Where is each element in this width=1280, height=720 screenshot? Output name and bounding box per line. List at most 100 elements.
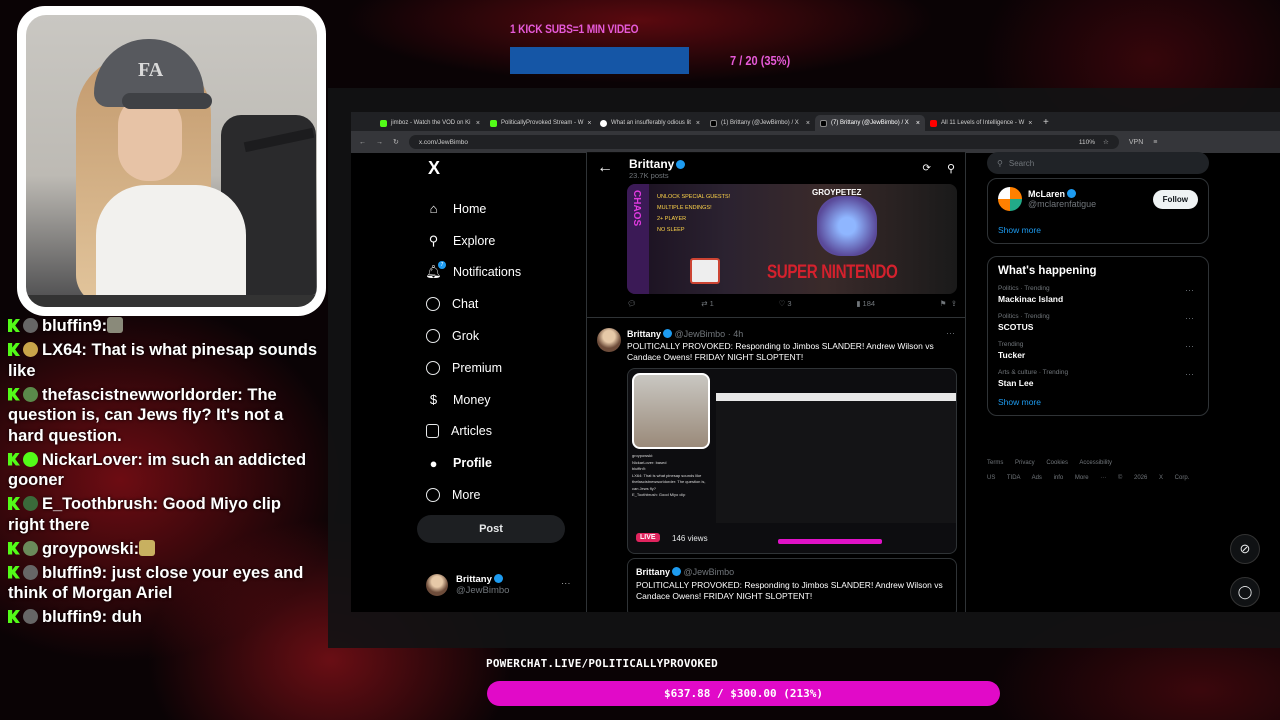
footer-link-row[interactable]: US TIDA Ads info More ··· © 2026 X Corp. bbox=[987, 471, 1209, 486]
new-tab-icon[interactable]: + bbox=[1043, 117, 1049, 131]
badge-icon bbox=[23, 451, 38, 467]
browser-tab-active[interactable]: (7) Brittany (@JewBimbo) / X × bbox=[815, 115, 925, 131]
stream-chat: bluffin9: LX64: That is what pinesap sou… bbox=[8, 316, 318, 631]
tweet-actions: 💬︎ ⇄ 1 ♡ 3 ▮ 184 ⚑ ⇪ bbox=[627, 299, 957, 308]
trend-item[interactable]: Politics · Trending SCOTUS ··· bbox=[998, 313, 1198, 332]
ellipsis-icon[interactable]: ··· bbox=[561, 578, 571, 589]
grok-fab-icon[interactable]: ⊘ bbox=[1230, 534, 1260, 564]
tweet-media-image[interactable]: CHAOS UNLOCK SPECIAL GUESTS! MULTIPLE END… bbox=[627, 184, 957, 294]
kick-icon bbox=[8, 343, 20, 356]
browser-tab[interactable]: (1) Brittany (@JewBimbo) / X × bbox=[705, 115, 815, 131]
retweet-button[interactable]: ⇄ 1 bbox=[701, 299, 714, 308]
close-icon[interactable]: × bbox=[696, 120, 700, 127]
nav-more[interactable]: More bbox=[426, 479, 586, 511]
browser-window: jimboz - Watch the VOD on Ki × Politicall… bbox=[351, 112, 1280, 612]
chat-message: bluffin9: bbox=[8, 316, 318, 337]
favicon-icon bbox=[600, 119, 607, 127]
browser-tab[interactable]: PoliticallyProvoked Stream - W × bbox=[485, 115, 595, 131]
nav-notifications[interactable]: 🔔︎ 7 Notifications bbox=[425, 257, 586, 289]
kick-favicon-icon bbox=[380, 119, 387, 127]
vpn-badge[interactable]: VPN bbox=[1129, 139, 1143, 146]
ellipsis-icon[interactable]: ··· bbox=[1185, 313, 1194, 323]
notification-badge: 7 bbox=[438, 260, 446, 269]
video-thumbnail-screen bbox=[716, 393, 956, 523]
chat-message: NickarLover: im such an addicted gooner bbox=[8, 450, 307, 489]
close-icon[interactable]: × bbox=[476, 120, 480, 127]
back-icon[interactable]: ← bbox=[359, 139, 366, 146]
avatar[interactable] bbox=[597, 328, 621, 352]
browser-tab[interactable]: jimboz - Watch the VOD on Ki × bbox=[375, 115, 485, 131]
trend-item[interactable]: Arts & culture · Trending Stan Lee ··· bbox=[998, 369, 1198, 388]
show-more-link[interactable]: Show more bbox=[998, 225, 1198, 235]
like-button[interactable]: ♡ 3 bbox=[779, 299, 792, 308]
bell-icon: 🔔︎ 7 bbox=[425, 260, 446, 280]
reload-icon[interactable]: ↻ bbox=[393, 138, 399, 146]
search-icon[interactable]: ⚲ bbox=[947, 162, 955, 175]
search-input[interactable]: ⚲ Search bbox=[987, 152, 1209, 174]
ellipsis-icon[interactable]: ··· bbox=[1185, 285, 1194, 295]
chat-message: bluffin9: duh bbox=[8, 607, 318, 628]
grok-icon bbox=[426, 329, 440, 344]
articles-icon bbox=[426, 424, 439, 439]
menu-icon[interactable]: ≡ bbox=[1153, 139, 1157, 146]
bookmark-icon[interactable]: ⚑ bbox=[940, 299, 947, 308]
chat-message: E_Toothbrush: Good Miyo clip right there bbox=[8, 495, 281, 534]
subs-goal-count: 7 / 20 (35%) bbox=[730, 53, 791, 68]
trend-item[interactable]: Trending Tucker ··· bbox=[998, 341, 1198, 360]
nav-chat[interactable]: Chat bbox=[426, 288, 586, 320]
close-icon[interactable]: × bbox=[806, 120, 810, 127]
powerchat-goal-bar: $637.88 / $300.00 (213%) bbox=[487, 681, 1000, 706]
nav-explore[interactable]: ⚲ Explore bbox=[426, 225, 586, 257]
follow-button[interactable]: Follow bbox=[1152, 189, 1198, 209]
x-logo[interactable]: X bbox=[428, 158, 586, 179]
avatar[interactable] bbox=[998, 187, 1022, 211]
kick-icon bbox=[8, 541, 20, 555]
premium-icon bbox=[426, 360, 440, 375]
nav-profile[interactable]: ● Profile bbox=[426, 447, 586, 479]
account-switcher[interactable]: Brittany @JewBimbo ··· bbox=[426, 574, 571, 596]
nav-money[interactable]: $ Money bbox=[426, 384, 586, 416]
reply-icon[interactable]: 💬︎ bbox=[627, 299, 637, 308]
kick-icon bbox=[8, 387, 20, 401]
close-icon[interactable]: × bbox=[587, 120, 591, 127]
views-count[interactable]: ▮ 184 bbox=[856, 299, 875, 308]
nintendo-seal-icon bbox=[690, 258, 720, 284]
show-more-link[interactable]: Show more bbox=[998, 397, 1198, 407]
emote-icon bbox=[107, 317, 124, 333]
tweet-video[interactable]: groypowski: NickarLover: based bluffin9: LX… bbox=[627, 368, 957, 554]
grok-icon[interactable]: ⟳ bbox=[923, 163, 931, 174]
tweet-text: POLITICALLY PROVOKED: Responding to Jimb… bbox=[627, 341, 934, 362]
verified-icon bbox=[672, 567, 682, 576]
badge-icon bbox=[23, 540, 38, 556]
quoted-tweet[interactable]: Brittany @JewBimbo POLITICALLY PROVOKED:… bbox=[627, 558, 957, 612]
nav-grok[interactable]: Grok bbox=[426, 320, 586, 352]
nav-home[interactable]: ⌂ Home bbox=[426, 193, 586, 225]
ellipsis-icon[interactable]: ··· bbox=[1185, 341, 1194, 351]
nav-premium[interactable]: Premium bbox=[426, 352, 586, 384]
url-input[interactable]: x.com/JewBimbo 110% ☆ bbox=[408, 135, 1119, 149]
kick-icon bbox=[8, 452, 20, 466]
browser-tab[interactable]: What an insufferably odious lit × bbox=[595, 115, 705, 131]
footer-links: Terms Privacy Cookies Accessibility US T… bbox=[987, 456, 1209, 486]
ellipsis-icon[interactable]: ··· bbox=[946, 328, 955, 338]
trend-item[interactable]: Politics · Trending Mackinac Island ··· bbox=[998, 285, 1198, 304]
webcam-frame: FA bbox=[17, 6, 326, 316]
back-arrow-icon[interactable]: ← bbox=[597, 159, 613, 177]
profile-icon: ● bbox=[429, 455, 438, 471]
footer-link-row[interactable]: Terms Privacy Cookies Accessibility bbox=[987, 456, 1209, 471]
verified-icon bbox=[663, 329, 673, 338]
messages-fab-icon[interactable]: ◯ bbox=[1230, 577, 1260, 607]
kick-icon bbox=[8, 610, 20, 623]
chat-message: thefascistnewworldorder: The question is… bbox=[8, 385, 284, 445]
avatar bbox=[426, 574, 448, 596]
forward-icon[interactable]: → bbox=[376, 139, 383, 146]
ellipsis-icon[interactable]: ··· bbox=[1185, 369, 1194, 379]
subs-goal-title: 1 KICK SUBS=1 MIN VIDEO bbox=[510, 22, 639, 36]
browser-tab[interactable]: All 11 Levels of Intelligence - W × bbox=[925, 115, 1035, 131]
close-icon[interactable]: × bbox=[916, 120, 920, 127]
share-icon[interactable]: ⇪ bbox=[951, 299, 957, 308]
badge-icon bbox=[23, 318, 38, 333]
post-button[interactable]: Post bbox=[417, 515, 565, 543]
nav-articles[interactable]: Articles bbox=[426, 416, 586, 448]
close-icon[interactable]: × bbox=[1028, 120, 1032, 127]
